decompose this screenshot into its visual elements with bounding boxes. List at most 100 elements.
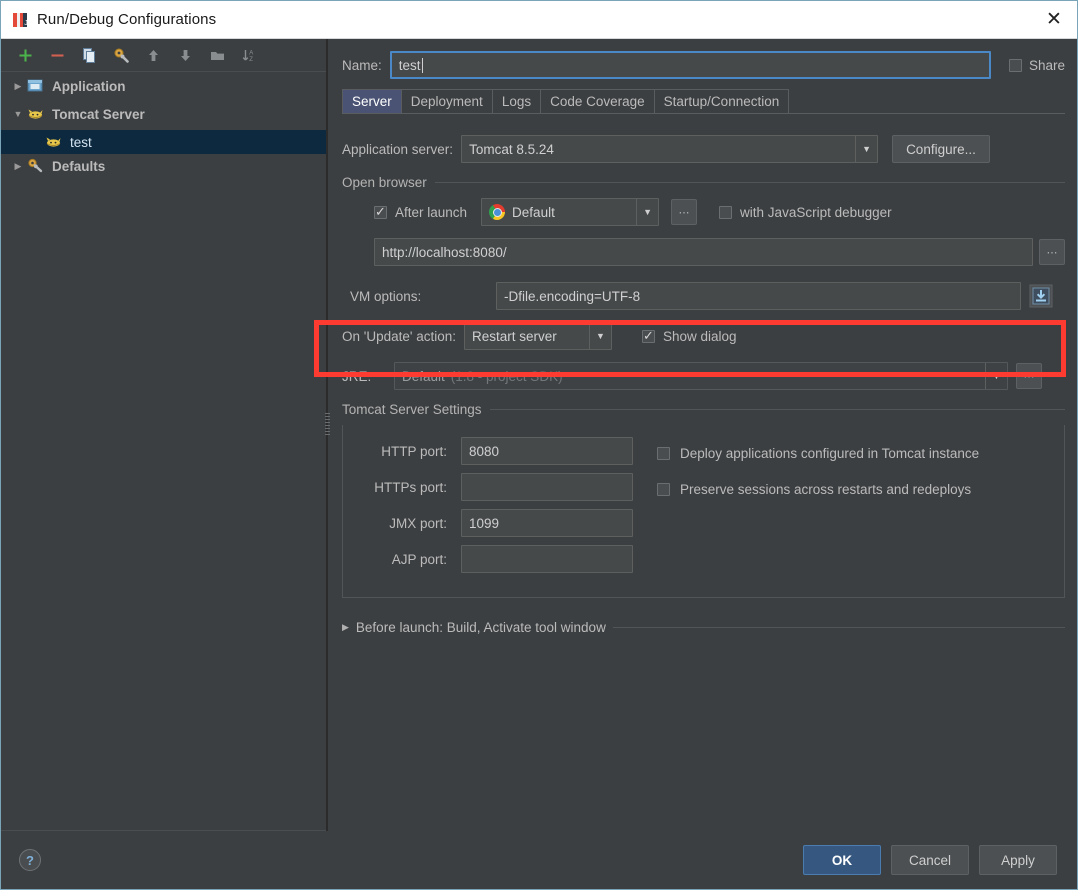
deploy-applications-row[interactable]: Deploy applications configured in Tomcat… xyxy=(657,439,979,467)
deploy-applications-checkbox[interactable] xyxy=(657,446,670,460)
chevron-down-icon[interactable]: ▼ xyxy=(9,109,27,119)
configurations-tree[interactable]: ▶ Application ▼ Tomcat Server test ▶ Def… xyxy=(1,71,326,831)
name-input[interactable]: test xyxy=(389,51,991,79)
start-url-row: http://localhost:8080/ ⋯ xyxy=(374,238,1065,266)
svg-text:A: A xyxy=(249,50,253,56)
apply-button[interactable]: Apply xyxy=(979,845,1057,875)
ajp-port-row: AJP port: xyxy=(357,545,657,573)
tab-logs[interactable]: Logs xyxy=(491,89,542,113)
chevron-down-icon[interactable]: ▼ xyxy=(855,136,877,162)
vm-options-expand-button[interactable] xyxy=(1029,284,1053,308)
svg-text:J: J xyxy=(24,20,28,27)
tab-label: Code Coverage xyxy=(550,94,645,109)
jre-combo[interactable]: Default (1.8 - project SDK) ▼ xyxy=(394,362,1008,390)
js-debugger-label: with JavaScript debugger xyxy=(740,204,892,220)
intellij-idea-icon: J xyxy=(11,11,29,29)
remove-configuration-button[interactable] xyxy=(47,45,67,65)
tomcat-settings-header: Tomcat Server Settings xyxy=(342,402,1065,417)
js-debugger-checkbox[interactable] xyxy=(719,205,733,219)
tree-item-label: Defaults xyxy=(52,158,106,174)
chevron-right-icon[interactable]: ▶ xyxy=(9,161,27,172)
show-dialog-checkbox[interactable] xyxy=(641,329,655,343)
https-port-input[interactable] xyxy=(461,473,633,501)
help-icon[interactable]: ? xyxy=(19,849,41,871)
browser-value: Default xyxy=(512,204,555,220)
browser-combo[interactable]: Default ▼ xyxy=(481,198,660,226)
deploy-applications-label: Deploy applications configured in Tomcat… xyxy=(680,445,980,461)
sort-configurations-button[interactable]: A Z xyxy=(239,45,259,65)
show-dialog-label: Show dialog xyxy=(662,328,737,344)
tab-code-coverage[interactable]: Code Coverage xyxy=(540,89,655,113)
share-checkbox[interactable] xyxy=(1008,58,1022,72)
chevron-right-icon[interactable]: ▶ xyxy=(342,622,349,633)
on-update-action-combo[interactable]: Restart server ▼ xyxy=(463,322,612,350)
move-up-button[interactable] xyxy=(143,45,163,65)
tab-startup-connection[interactable]: Startup/Connection xyxy=(653,89,790,113)
tomcat-icon xyxy=(45,134,65,150)
share-label: Share xyxy=(1028,57,1065,73)
chevron-down-icon[interactable]: ▼ xyxy=(985,363,1007,389)
tomcat-settings-grid: HTTP port: 8080 HTTPs port: JMX port: 10… xyxy=(357,437,1050,581)
jmx-port-input[interactable]: 1099 xyxy=(461,509,633,537)
chevron-right-icon[interactable]: ▶ xyxy=(9,81,27,92)
configuration-tabs[interactable]: Server Deployment Logs Code Coverage Sta… xyxy=(342,89,1065,113)
group-divider xyxy=(434,182,1065,183)
browser-settings-button[interactable]: ⋯ xyxy=(671,199,698,225)
svg-text:Z: Z xyxy=(249,57,253,63)
tab-deployment[interactable]: Deployment xyxy=(400,89,493,113)
tab-label: Logs xyxy=(501,94,532,109)
add-configuration-button[interactable] xyxy=(15,45,35,65)
ajp-port-input[interactable] xyxy=(461,545,633,573)
before-launch-row[interactable]: ▶ Before launch: Build, Activate tool wi… xyxy=(342,620,1065,635)
configure-button[interactable]: Configure... xyxy=(892,135,990,163)
tree-item-tomcat-server[interactable]: ▼ Tomcat Server xyxy=(1,102,326,126)
ajp-port-label: AJP port: xyxy=(391,551,447,567)
gear-wrench-icon xyxy=(27,158,47,174)
options-column: Deploy applications configured in Tomcat… xyxy=(657,437,979,581)
configurations-toolbar: A Z xyxy=(1,39,326,71)
ports-column: HTTP port: 8080 HTTPs port: JMX port: 10… xyxy=(357,437,657,581)
preserve-sessions-checkbox[interactable] xyxy=(657,482,670,496)
dialog-button-bar: ? OK Cancel Apply xyxy=(1,831,1077,889)
tab-label: Server xyxy=(352,94,392,109)
after-launch-checkbox[interactable] xyxy=(374,205,387,219)
share-checkbox-row[interactable]: Share xyxy=(1008,57,1065,73)
create-folder-button[interactable] xyxy=(207,45,227,65)
http-port-input[interactable]: 8080 xyxy=(461,437,633,465)
tab-server[interactable]: Server xyxy=(342,89,402,113)
group-divider xyxy=(489,409,1065,410)
start-url-browse-button[interactable]: ⋯ xyxy=(1039,239,1065,265)
vm-options-row: VM options: -Dfile.encoding=UTF-8 xyxy=(342,282,1065,310)
https-port-row: HTTPs port: xyxy=(357,473,657,501)
move-down-button[interactable] xyxy=(175,45,195,65)
jre-browse-button[interactable]: ⋯ xyxy=(1016,363,1042,389)
application-icon xyxy=(27,78,47,94)
ok-button[interactable]: OK xyxy=(803,845,881,875)
start-url-input[interactable]: http://localhost:8080/ xyxy=(374,238,1033,266)
name-label: Name: xyxy=(342,57,382,73)
https-port-label: HTTPs port: xyxy=(374,479,447,495)
name-input-value: test xyxy=(398,57,421,73)
application-server-combo[interactable]: Tomcat 8.5.24 ▼ xyxy=(461,135,879,163)
tomcat-settings-title: Tomcat Server Settings xyxy=(342,402,482,417)
chevron-down-icon[interactable]: ▼ xyxy=(636,199,658,225)
tree-item-defaults[interactable]: ▶ Defaults xyxy=(1,154,326,178)
edit-defaults-button[interactable] xyxy=(111,45,131,65)
tree-item-test[interactable]: test xyxy=(1,130,326,154)
preserve-sessions-row[interactable]: Preserve sessions across restarts and re… xyxy=(657,475,979,503)
tree-item-application[interactable]: ▶ Application xyxy=(1,74,326,98)
close-icon[interactable]: ✕ xyxy=(1031,1,1077,39)
chevron-down-icon[interactable]: ▼ xyxy=(588,323,611,349)
on-update-action-label: On 'Update' action: xyxy=(342,328,456,344)
tomcat-settings-body: HTTP port: 8080 HTTPs port: JMX port: 10… xyxy=(342,425,1065,598)
text-caret xyxy=(421,57,423,73)
copy-configuration-button[interactable] xyxy=(79,45,99,65)
cancel-button[interactable]: Cancel xyxy=(891,845,969,875)
tree-item-label: Tomcat Server xyxy=(52,106,145,122)
open-browser-header: Open browser xyxy=(342,175,1065,190)
http-port-label: HTTP port: xyxy=(381,443,447,459)
server-tab-panel: Application server: Tomcat 8.5.24 ▼ Conf… xyxy=(342,124,1065,635)
open-browser-content: After launch Default ▼ ⋯ with JavaScript xyxy=(342,198,1065,266)
vm-options-input[interactable]: -Dfile.encoding=UTF-8 xyxy=(496,282,1021,310)
configuration-editor-pane: Name: test Share Server Deployment Logs … xyxy=(328,39,1077,831)
